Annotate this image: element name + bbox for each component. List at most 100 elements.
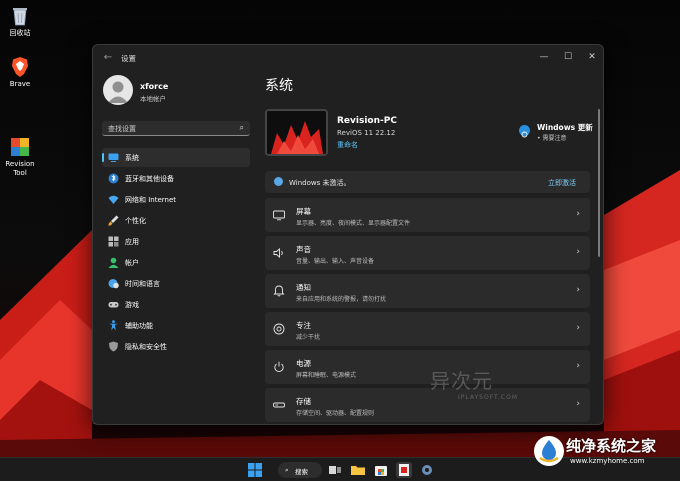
desktop-icon-label: 回收站 bbox=[9, 29, 31, 37]
desktop-revision-tool[interactable]: Revision Tool bbox=[0, 118, 40, 187]
maximize-button[interactable]: ☐ bbox=[559, 49, 577, 65]
start-button[interactable] bbox=[247, 462, 263, 478]
settings-taskbar-button[interactable] bbox=[396, 462, 412, 478]
person-icon bbox=[108, 257, 119, 268]
row-title: 电源 bbox=[296, 359, 311, 368]
close-button[interactable]: ✕ bbox=[583, 49, 601, 65]
monitor-icon bbox=[108, 153, 119, 162]
search-input[interactable]: 查找设置 ⌕ bbox=[102, 121, 250, 136]
sidebar-item-accessibility[interactable]: 辅助功能 bbox=[102, 316, 250, 335]
device-os-version: ReviOS 11 22.12 bbox=[337, 129, 396, 137]
row-subtitle: 音量、输出、输入、声音设备 bbox=[296, 258, 375, 265]
iplaysoft-watermark: 异次元 IPLAYSOFT.COM bbox=[430, 365, 518, 401]
chevron-right-icon: › bbox=[576, 399, 580, 409]
file-explorer-button[interactable] bbox=[350, 462, 366, 478]
store-button[interactable] bbox=[373, 462, 389, 478]
sidebar-item-bluetooth[interactable]: 蓝牙和其他设备 bbox=[102, 169, 250, 188]
settings-row-power[interactable]: 电源 屏幕和睡眠、电源模式 › bbox=[265, 350, 590, 384]
desktop-brave[interactable]: Brave bbox=[0, 56, 40, 89]
desktop-icon-label: Brave bbox=[9, 80, 31, 88]
settings-row-storage[interactable]: 存储 存储空间、驱动器、配置规则 › bbox=[265, 388, 590, 422]
taskbar-search[interactable]: ⌕ 搜索 bbox=[278, 462, 322, 478]
sidebar-item-personalization[interactable]: 个性化 bbox=[102, 211, 250, 230]
chevron-right-icon: › bbox=[576, 209, 580, 219]
desktop-icon-label: Revision Tool bbox=[5, 160, 35, 177]
sidebar-item-label: 网络和 Internet bbox=[125, 196, 177, 204]
settings-row-sound[interactable]: 声音 音量、输出、输入、声音设备 › bbox=[265, 236, 590, 270]
sidebar-item-label: 系统 bbox=[125, 154, 139, 162]
settings-window: ← 设置 — ☐ ✕ xforce 本地帐户 查找设置 ⌕ 系统 蓝牙和其他设备… bbox=[92, 44, 604, 425]
sidebar-item-label: 帐户 bbox=[125, 259, 139, 267]
store-icon bbox=[375, 466, 387, 476]
gamepad-icon bbox=[108, 302, 119, 308]
globe-clock-icon bbox=[108, 279, 119, 289]
focus-icon bbox=[273, 323, 285, 335]
windows-update-link[interactable]: Windows 更新 bbox=[537, 122, 593, 133]
avatar[interactable] bbox=[103, 75, 133, 105]
page-title: 系统 bbox=[265, 78, 293, 94]
brush-icon bbox=[108, 215, 119, 226]
revision-tool-icon bbox=[9, 127, 31, 156]
rename-link[interactable]: 重命名 bbox=[337, 140, 358, 150]
row-subtitle: 显示器、亮度、夜间模式、显示器配置文件 bbox=[296, 220, 411, 227]
watermark-text-cn: 异次元 bbox=[430, 369, 493, 393]
chevron-right-icon: › bbox=[576, 285, 580, 295]
sidebar-item-time-language[interactable]: 时间和语言 bbox=[102, 274, 250, 293]
device-name: Revision-PC bbox=[337, 116, 397, 126]
sidebar-item-label: 隐私和安全性 bbox=[125, 343, 167, 351]
row-subtitle: 减少干扰 bbox=[296, 334, 321, 341]
back-button[interactable]: ← bbox=[101, 51, 115, 65]
activation-banner: Windows 未激活。 立即激活 bbox=[265, 171, 590, 193]
activate-now-link[interactable]: 立即激活 bbox=[548, 178, 576, 188]
row-subtitle: 存储空间、驱动器、配置规则 bbox=[296, 410, 375, 417]
settings-row-display[interactable]: 屏幕 显示器、亮度、夜间模式、显示器配置文件 › bbox=[265, 198, 590, 232]
chevron-right-icon: › bbox=[576, 323, 580, 333]
bell-icon bbox=[273, 285, 285, 297]
chevron-right-icon: › bbox=[576, 247, 580, 257]
row-title: 声音 bbox=[296, 245, 311, 254]
title-bar: ← 设置 — ☐ ✕ bbox=[93, 45, 603, 71]
sidebar-item-privacy[interactable]: 隐私和安全性 bbox=[102, 337, 250, 356]
sidebar-item-gaming[interactable]: 游戏 bbox=[102, 295, 250, 314]
windows-update-status: • 需要注意 bbox=[537, 135, 567, 142]
accessibility-icon bbox=[109, 320, 118, 331]
info-icon bbox=[274, 177, 283, 186]
task-view-icon bbox=[329, 466, 341, 474]
scrollbar[interactable] bbox=[598, 109, 600, 257]
windows-logo-icon bbox=[248, 463, 262, 477]
revision-app-icon bbox=[399, 464, 409, 476]
settings-gear-button[interactable] bbox=[419, 462, 435, 478]
row-subtitle: 来自应用和系统的警报，请勿打扰 bbox=[296, 296, 387, 303]
row-title: 屏幕 bbox=[296, 207, 311, 216]
minimize-button[interactable]: — bbox=[535, 49, 553, 65]
brave-logo-icon bbox=[9, 56, 31, 78]
site-watermark-url: www.kzmyhome.com bbox=[570, 457, 645, 465]
settings-row-focus[interactable]: 专注 减少干扰 › bbox=[265, 312, 590, 346]
person-avatar-icon bbox=[108, 81, 128, 103]
speaker-icon bbox=[273, 248, 283, 258]
search-icon: ⌕ bbox=[239, 123, 244, 132]
sidebar-item-accounts[interactable]: 帐户 bbox=[102, 253, 250, 272]
desktop-recycle-bin[interactable]: 回收站 bbox=[0, 5, 40, 38]
chevron-right-icon: › bbox=[576, 361, 580, 371]
folder-icon bbox=[351, 466, 365, 475]
row-title: 专注 bbox=[296, 321, 311, 330]
active-indicator bbox=[102, 153, 104, 162]
site-watermark: 纯净系统之家 www.kzmyhome.com bbox=[530, 432, 680, 472]
sidebar-item-label: 个性化 bbox=[125, 217, 146, 225]
search-placeholder: 查找设置 bbox=[108, 125, 136, 133]
row-title: 通知 bbox=[296, 283, 311, 292]
watermark-text-en: IPLAYSOFT.COM bbox=[458, 394, 518, 401]
sidebar-item-apps[interactable]: 应用 bbox=[102, 232, 250, 251]
storage-icon bbox=[273, 402, 285, 408]
sidebar-item-network[interactable]: 网络和 Internet bbox=[102, 190, 250, 209]
task-view-button[interactable] bbox=[327, 462, 343, 478]
wifi-icon bbox=[108, 195, 119, 204]
site-watermark-title: 纯净系统之家 bbox=[566, 437, 657, 455]
device-wallpaper-thumbnail bbox=[265, 109, 328, 156]
sidebar-item-system[interactable]: 系统 bbox=[102, 148, 250, 167]
windows-update-icon bbox=[519, 125, 530, 138]
settings-row-notifications[interactable]: 通知 来自应用和系统的警报，请勿打扰 › bbox=[265, 274, 590, 308]
row-title: 存储 bbox=[296, 397, 311, 406]
shield-icon bbox=[109, 341, 118, 352]
